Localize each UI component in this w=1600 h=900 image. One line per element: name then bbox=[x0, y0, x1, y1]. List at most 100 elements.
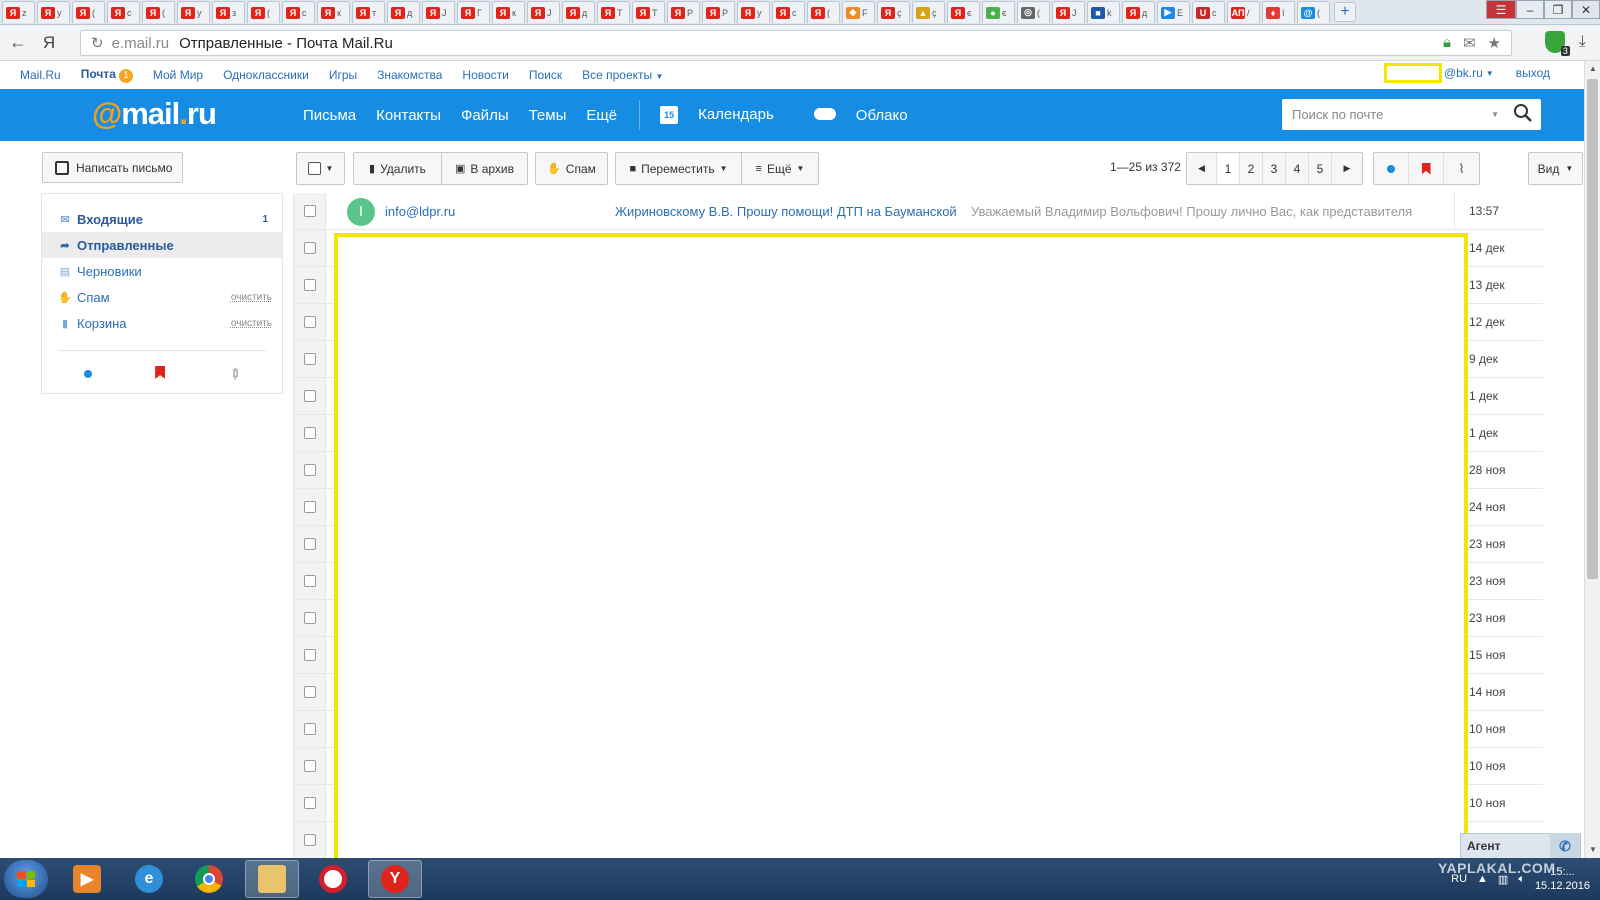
spam-button[interactable]: ✋ Спам bbox=[535, 152, 608, 185]
portal-link-news[interactable]: Новости bbox=[462, 68, 508, 82]
yandex-logo-icon[interactable]: Я bbox=[36, 33, 62, 53]
sidebar-folder[interactable]: ▮ Корзина очистить bbox=[42, 310, 282, 336]
folder-clear-link[interactable]: очистить bbox=[231, 292, 272, 303]
browser-tab[interactable]: Яд bbox=[1122, 1, 1155, 23]
taskbar-yandex-browser[interactable]: Y bbox=[368, 860, 422, 898]
logout-link[interactable]: выход bbox=[1516, 66, 1550, 80]
portal-link-mailru[interactable]: Mail.Ru bbox=[20, 68, 61, 82]
attachment-filter-icon[interactable]: ✎ bbox=[224, 364, 245, 384]
browser-tab[interactable]: Яд bbox=[387, 1, 420, 23]
browser-tab[interactable]: Як bbox=[492, 1, 525, 23]
page-5[interactable]: 5 bbox=[1309, 153, 1332, 184]
browser-tab[interactable]: Як bbox=[317, 1, 350, 23]
agent-bar[interactable]: Агент ✆ bbox=[1460, 833, 1581, 859]
close-button[interactable]: ✕ bbox=[1572, 0, 1600, 19]
row-checkbox[interactable] bbox=[304, 649, 316, 661]
browser-tab[interactable]: Яу bbox=[737, 1, 770, 23]
message-snippet[interactable]: Уважаемый Владимир Вольфович! Прошу личн… bbox=[971, 204, 1426, 219]
browser-tab[interactable]: ЯГ bbox=[457, 1, 490, 23]
scroll-down-icon[interactable]: ▼ bbox=[1585, 842, 1600, 858]
new-tab-button[interactable]: + bbox=[1334, 2, 1356, 22]
browser-tab[interactable]: Я( bbox=[247, 1, 280, 23]
browser-tab[interactable]: АП / bbox=[1227, 1, 1260, 23]
download-icon[interactable]: ⤓ bbox=[1579, 33, 1586, 51]
row-checkbox[interactable] bbox=[304, 316, 316, 328]
portal-link-search[interactable]: Поиск bbox=[529, 68, 562, 82]
page-3[interactable]: 3 bbox=[1263, 153, 1286, 184]
minimize-button[interactable]: – bbox=[1516, 0, 1544, 19]
row-checkbox[interactable] bbox=[304, 723, 316, 735]
maximize-button[interactable]: ❐ bbox=[1544, 0, 1572, 19]
row-checkbox[interactable] bbox=[304, 834, 316, 846]
browser-tab[interactable]: Яç bbox=[877, 1, 910, 23]
chevron-down-icon[interactable]: ▼ bbox=[1491, 110, 1499, 119]
mailru-logo[interactable]: @mail.ru bbox=[92, 96, 217, 132]
search-icon[interactable] bbox=[1513, 103, 1533, 123]
row-checkbox[interactable] bbox=[304, 353, 316, 365]
taskbar-media-player[interactable]: ▶ bbox=[60, 860, 114, 898]
unread-filter-icon[interactable] bbox=[83, 370, 92, 378]
browser-tab[interactable]: ♦ ї bbox=[1262, 1, 1295, 23]
browser-tab[interactable]: ЯР bbox=[702, 1, 735, 23]
browser-tab[interactable]: Яс bbox=[107, 1, 140, 23]
nav-more[interactable]: Ещё bbox=[586, 107, 617, 124]
portal-link-all-projects[interactable]: Все проекты ▼ bbox=[582, 68, 663, 82]
prev-page-icon[interactable]: ◀ bbox=[1187, 153, 1217, 184]
page-1[interactable]: 1 bbox=[1217, 153, 1240, 184]
browser-tab[interactable]: ▲ ç bbox=[912, 1, 945, 23]
portal-link-mail[interactable]: Почта 1 bbox=[81, 67, 133, 83]
message-row[interactable]: I info@ldpr.ru Жириновскому В.В. Прошу п… bbox=[294, 193, 1543, 230]
start-button[interactable] bbox=[4, 860, 48, 898]
row-checkbox[interactable] bbox=[304, 464, 316, 476]
page-4[interactable]: 4 bbox=[1286, 153, 1309, 184]
flag-filter-icon[interactable] bbox=[155, 366, 166, 379]
compose-button[interactable]: Написать письмо bbox=[42, 152, 183, 183]
reload-icon[interactable]: ↻ bbox=[91, 34, 104, 52]
browser-tab[interactable]: ■ k bbox=[1087, 1, 1120, 23]
url-field[interactable]: ↻ e.mail.ru Отправленные - Почта Mail.Ru… bbox=[80, 30, 1512, 56]
browser-tab[interactable]: ЯТ bbox=[632, 1, 665, 23]
row-checkbox[interactable] bbox=[304, 501, 316, 513]
browser-tab[interactable]: ◎( bbox=[1017, 1, 1050, 23]
page-scrollbar[interactable]: ▲ ▼ bbox=[1584, 61, 1600, 858]
nav-calendar[interactable]: 15 Календарь bbox=[660, 106, 794, 125]
portal-link-ok[interactable]: Одноклассники bbox=[223, 68, 309, 82]
browser-tab[interactable]: Яз bbox=[212, 1, 245, 23]
row-checkbox[interactable] bbox=[304, 760, 316, 772]
nav-themes[interactable]: Темы bbox=[529, 107, 567, 124]
nav-contacts[interactable]: Контакты bbox=[376, 107, 441, 124]
browser-tab[interactable]: Яу bbox=[177, 1, 210, 23]
taskbar-opera[interactable] bbox=[306, 860, 360, 898]
portal-link-games[interactable]: Игры bbox=[329, 68, 357, 82]
move-button[interactable]: ■ Переместить ▼ bbox=[615, 152, 742, 185]
browser-tab[interactable]: Яу bbox=[37, 1, 70, 23]
browser-tab[interactable]: ЯТ bbox=[597, 1, 630, 23]
browser-tab[interactable]: ЯJ bbox=[527, 1, 560, 23]
select-all-checkbox[interactable]: ▼ bbox=[296, 152, 345, 185]
nav-cloud[interactable]: Облако bbox=[813, 107, 928, 124]
delete-button[interactable]: ▮ Удалить bbox=[353, 152, 442, 185]
scroll-thumb[interactable] bbox=[1587, 79, 1598, 579]
row-checkbox[interactable] bbox=[304, 575, 316, 587]
row-checkbox[interactable] bbox=[304, 612, 316, 624]
browser-tab[interactable]: ЯJ bbox=[422, 1, 455, 23]
message-from[interactable]: info@ldpr.ru bbox=[385, 204, 455, 219]
mail-icon[interactable]: ✉ bbox=[1463, 34, 1476, 52]
message-subject[interactable]: Жириновскому В.В. Прошу помощи! ДТП на Б… bbox=[615, 204, 957, 219]
row-checkbox[interactable] bbox=[304, 279, 316, 291]
taskbar-chrome[interactable] bbox=[182, 860, 236, 898]
browser-tab[interactable]: ◆ F bbox=[842, 1, 875, 23]
next-page-icon[interactable]: ▶ bbox=[1332, 153, 1362, 184]
sidebar-folder[interactable]: ▤ Черновики bbox=[42, 258, 282, 284]
phone-icon[interactable]: ✆ bbox=[1550, 833, 1580, 859]
browser-menu-button[interactable]: ☰ bbox=[1486, 0, 1516, 19]
sidebar-folder[interactable]: ✋ Спам очистить bbox=[42, 284, 282, 310]
attachment-filter-button[interactable]: ⌇ bbox=[1444, 153, 1479, 184]
taskbar-explorer[interactable] bbox=[245, 860, 299, 898]
browser-tab[interactable]: ● є bbox=[982, 1, 1015, 23]
browser-tab[interactable]: Яс bbox=[282, 1, 315, 23]
page-2[interactable]: 2 bbox=[1240, 153, 1263, 184]
sidebar-folder[interactable]: ➦ Отправленные bbox=[42, 232, 282, 258]
row-checkbox[interactable] bbox=[304, 538, 316, 550]
browser-tab[interactable]: Яс bbox=[772, 1, 805, 23]
